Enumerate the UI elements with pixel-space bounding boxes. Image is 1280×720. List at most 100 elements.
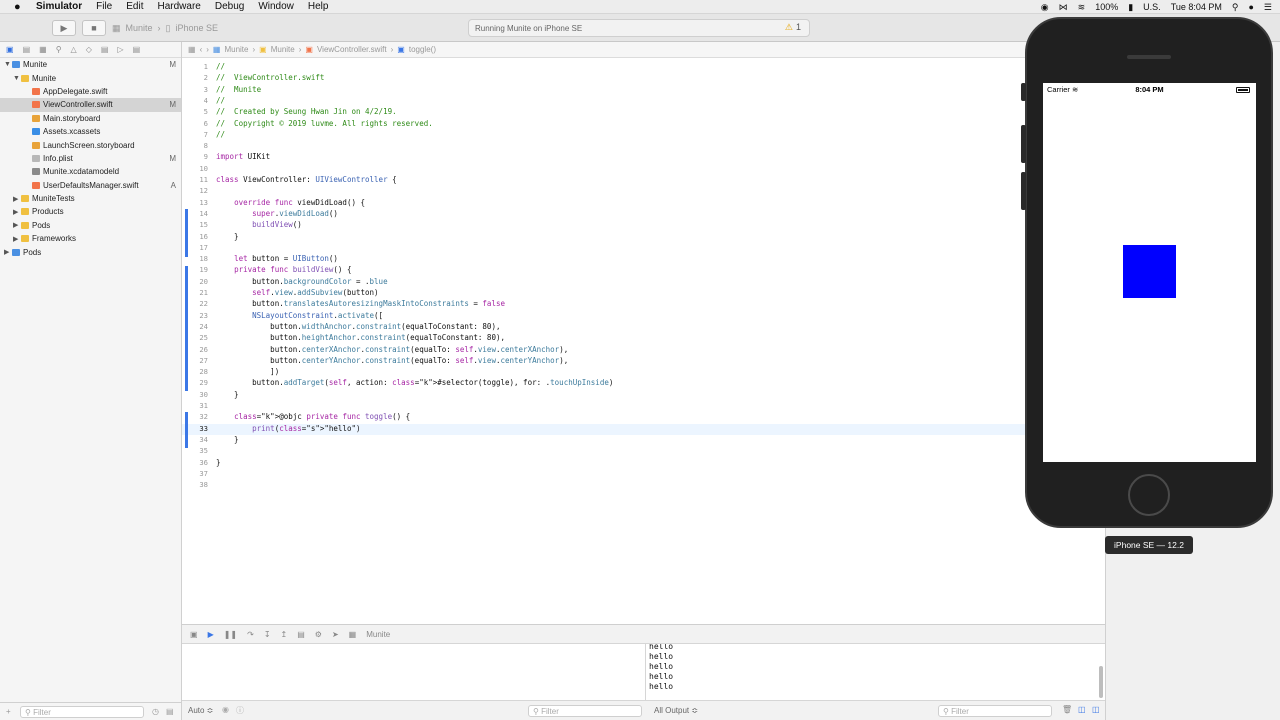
line-number[interactable]: 38 (182, 480, 208, 489)
tree-item-group[interactable]: ▶ MuniteTests (0, 192, 181, 205)
scheme-selector[interactable]: ▦ Munite › ▯ iPhone SE (112, 20, 224, 36)
hide-debug-area-icon[interactable]: ▣ (190, 630, 198, 639)
trash-icon[interactable]: 🗑 (1062, 705, 1072, 714)
line-number[interactable]: 3 (182, 85, 208, 94)
line-number[interactable]: 5 (182, 107, 208, 116)
navigator-filter-input[interactable]: ⚲ Filter (20, 706, 144, 718)
line-number[interactable]: 11 (182, 175, 208, 184)
line-number[interactable]: 33 (182, 424, 208, 433)
line-number[interactable]: 26 (182, 345, 208, 354)
tree-item-file[interactable]: UserDefaultsManager.swift A (0, 179, 181, 192)
location-icon[interactable]: ➤ (332, 630, 339, 639)
menu-hardware[interactable]: Hardware (157, 1, 200, 12)
line-number-gutter[interactable]: 1 2 3 4 5 6 7 8 9 10 11 12 13 14 15 16 17 18 19 20 21 22 23 24 2… (182, 58, 210, 624)
line-number[interactable]: 36 (182, 458, 208, 467)
tree-item-file[interactable]: Munite.xcdatamodeld (0, 165, 181, 178)
process-name[interactable]: Munite (366, 630, 390, 639)
console-output[interactable]: hello hello hello hello hello (646, 644, 1105, 700)
code-line[interactable]: } (216, 390, 239, 399)
line-number[interactable]: 29 (182, 378, 208, 387)
test-icon[interactable]: ◇ (86, 45, 92, 54)
menu-clock[interactable]: Tue 8:04 PM (1171, 2, 1222, 12)
line-number[interactable]: 20 (182, 277, 208, 286)
toggle-button[interactable] (1123, 245, 1176, 298)
tree-item-project[interactable]: ▶ Pods (0, 245, 181, 258)
volume-up-button[interactable] (1021, 125, 1026, 163)
simulator-screen[interactable]: Carrier ≋ 8:04 PM (1043, 83, 1256, 462)
tree-item-file-selected[interactable]: ViewController.swift M (0, 98, 181, 112)
step-in-icon[interactable]: ↧ (264, 630, 271, 639)
line-number[interactable]: 9 (182, 152, 208, 161)
breakpoints-toggle-icon[interactable]: ▶ (208, 630, 214, 639)
back-icon[interactable]: ‹ (200, 45, 203, 54)
code-line[interactable]: class ViewController: UIViewController { (216, 175, 397, 184)
related-items-icon[interactable]: ▦ (188, 45, 196, 54)
code-line[interactable]: let button = UIButton() (216, 254, 338, 263)
code-line[interactable]: button.centerYAnchor.constraint(equalTo:… (216, 356, 568, 365)
pause-icon[interactable]: ❚❚ (224, 630, 237, 639)
code-line[interactable]: // ViewController.swift (216, 73, 324, 82)
debug-nav-icon[interactable]: ▤ (101, 45, 109, 54)
battery-percent[interactable]: 100% (1095, 2, 1118, 12)
code-line[interactable]: button.translatesAutoresizingMaskIntoCon… (216, 299, 505, 308)
code-line[interactable]: } (216, 232, 239, 241)
code-line[interactable]: class="k">@objc private func toggle() { (216, 412, 410, 421)
battery-icon[interactable]: ▮ (1128, 2, 1133, 13)
volume-down-button[interactable] (1021, 172, 1026, 210)
tree-item-file[interactable]: Assets.xcassets (0, 125, 181, 138)
line-number[interactable]: 22 (182, 299, 208, 308)
code-line[interactable]: // Created by Seung Hwan Jin on 4/2/19. (216, 107, 397, 116)
code-line[interactable]: super.viewDidLoad() (216, 209, 338, 218)
add-icon[interactable]: + (6, 707, 11, 716)
mute-switch[interactable] (1021, 83, 1026, 101)
run-button[interactable]: ▶ (52, 20, 76, 36)
tree-item-file[interactable]: LaunchScreen.storyboard (0, 138, 181, 151)
recent-files-icon[interactable]: ◷ (152, 707, 159, 716)
scm-filter-icon[interactable]: ▤ (166, 707, 174, 716)
forward-icon[interactable]: › (206, 45, 209, 54)
input-source[interactable]: U.S. (1143, 2, 1161, 12)
line-number[interactable]: 37 (182, 469, 208, 478)
warning-indicator[interactable]: ⚠ 1 (785, 22, 801, 33)
line-number[interactable]: 24 (182, 322, 208, 331)
line-number[interactable]: 34 (182, 435, 208, 444)
tree-item-file[interactable]: AppDelegate.swift (0, 85, 181, 98)
source-editor[interactable]: 1 2 3 4 5 6 7 8 9 10 11 12 13 14 15 16 17 18 19 20 21 22 23 24 2… (182, 58, 1027, 624)
variables-view[interactable] (182, 644, 646, 700)
siri-icon[interactable]: ● (1248, 2, 1253, 12)
tree-item-group[interactable]: ▶ Pods (0, 219, 181, 232)
breadcrumb-group[interactable]: Munite (271, 45, 295, 54)
home-button[interactable] (1128, 474, 1170, 516)
line-number[interactable]: 16 (182, 232, 208, 241)
split-view-right-icon[interactable]: ◫ (1092, 705, 1100, 714)
line-number[interactable]: 8 (182, 141, 208, 150)
line-number[interactable]: 18 (182, 254, 208, 263)
code-line[interactable]: NSLayoutConstraint.activate([ (216, 311, 383, 320)
folder-icon[interactable]: ▣ (6, 45, 14, 54)
line-number[interactable]: 6 (182, 119, 208, 128)
code-line[interactable]: // Copyright © 2019 luvme. All rights re… (216, 119, 433, 128)
notification-center-icon[interactable]: ☰ (1264, 2, 1272, 13)
variables-filter-input[interactable]: ⚲ Filter (528, 705, 642, 717)
issue-icon[interactable]: △ (71, 45, 77, 54)
output-scope-select[interactable]: All Output ≎ (654, 706, 698, 715)
tree-item-project[interactable]: ▼ Munite M (0, 58, 181, 71)
step-over-icon[interactable]: ↷ (247, 630, 254, 639)
line-number[interactable]: 19 (182, 265, 208, 274)
variables-scope-select[interactable]: Auto ≎ (188, 706, 213, 715)
breadcrumb-project[interactable]: Munite (224, 45, 248, 54)
line-number[interactable]: 35 (182, 446, 208, 455)
quick-look-icon[interactable]: ◉ (222, 705, 229, 714)
stop-button[interactable]: ■ (82, 20, 106, 36)
line-number[interactable]: 1 (182, 62, 208, 71)
console-filter-input[interactable]: ⚲ Filter (938, 705, 1052, 717)
disclosure-triangle[interactable]: ▶ (13, 221, 21, 229)
line-number[interactable]: 25 (182, 333, 208, 342)
line-number[interactable]: 15 (182, 220, 208, 229)
line-number[interactable]: 14 (182, 209, 208, 218)
record-icon[interactable]: ◉ (1041, 2, 1049, 13)
line-number[interactable]: 17 (182, 243, 208, 252)
line-number[interactable]: 32 (182, 412, 208, 421)
line-number[interactable]: 31 (182, 401, 208, 410)
disclosure-triangle[interactable]: ▼ (13, 75, 21, 82)
